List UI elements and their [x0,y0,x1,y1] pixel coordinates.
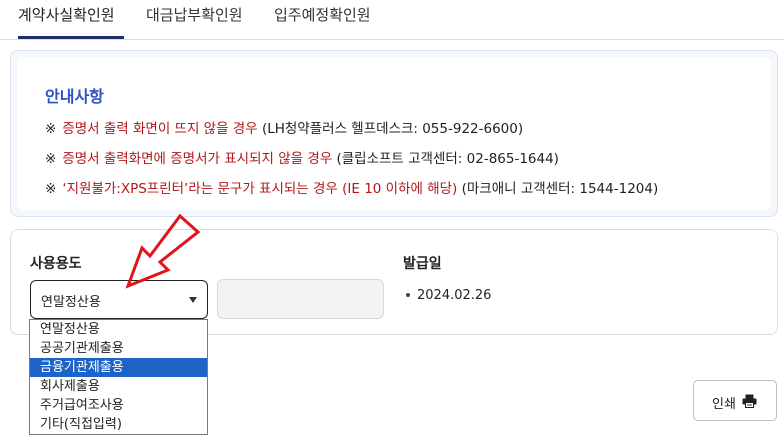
dropdown-option[interactable]: 주거급여조사용 [30,396,207,415]
notice-mark: ※ [45,121,57,137]
notice-line: ※ 증명서 출력화면에 증명서가 표시되지 않을 경우 (클립소프트 고객센터: … [45,147,559,167]
issue-date-item: 2024.02.26 [406,288,491,303]
notice-box: 안내사항 ※ 증명서 출력 화면이 뜨지 않을 경우 (LH청약플러스 헬프데스크… [10,50,778,217]
dropdown-option[interactable]: 연말정산용 [30,320,207,339]
printer-icon [742,394,757,408]
dropdown-option[interactable]: 공공기관제출용 [30,339,207,358]
tab-bar: 계약사실확인원 대금납부확인원 입주예정확인원 [0,0,784,40]
print-button-label: 인쇄 [712,397,736,412]
usage-select-value: 연말정산용 [41,295,101,310]
notice-contact-text: (클립소프트 고객센터: 02-865-1644) [332,151,559,167]
notice-mark: ※ [45,181,57,197]
tab-move-in-confirmation[interactable]: 입주예정확인원 [274,4,371,25]
issue-date-label: 발급일 [403,256,442,272]
notice-contact-text: (LH청약플러스 헬프데스크: 055-922-6600) [257,121,524,137]
caret-down-icon [189,297,197,303]
annotation-arrow-icon [125,213,201,289]
notice-line: ※ 증명서 출력 화면이 뜨지 않을 경우 (LH청약플러스 헬프데스크: 055… [45,117,523,137]
dropdown-option-highlighted[interactable]: 금융기관제출용 [30,358,207,377]
tab-payment-confirmation[interactable]: 대금납부확인원 [146,4,243,25]
notice-line: ※ ‘지원불가:XPS프린터’라는 문구가 표시되는 경우 (IE 10 이하에 … [45,177,658,197]
notice-warning-text: ‘지원불가:XPS프린터’라는 문구가 표시되는 경우 (IE 10 이하에 해… [62,181,458,197]
usage-custom-input[interactable] [217,279,384,319]
print-button[interactable]: 인쇄 [693,380,777,421]
notice-mark: ※ [45,151,57,167]
notice-warning-text: 증명서 출력화면에 증명서가 표시되지 않을 경우 [62,151,333,167]
bullet-icon [406,292,410,297]
usage-dropdown-list: 연말정산용 공공기관제출용 금융기관제출용 회사제출용 주거급여조사용 기타(직… [29,319,208,435]
notice-warning-text: 증명서 출력 화면이 뜨지 않을 경우 [62,121,258,137]
notice-title: 안내사항 [45,87,104,106]
dropdown-option[interactable]: 회사제출용 [30,377,207,396]
tab-contract-confirmation[interactable]: 계약사실확인원 [18,4,115,25]
dropdown-option[interactable]: 기타(직접입력) [30,415,207,434]
notice-panel: 안내사항 ※ 증명서 출력 화면이 뜨지 않을 경우 (LH청약플러스 헬프데스크… [17,57,771,210]
notice-contact-text: (마크애니 고객센터: 1544-1204) [457,181,659,197]
active-tab-indicator [18,36,124,39]
usage-label: 사용용도 [30,256,82,272]
issue-date-value: 2024.02.26 [417,288,492,303]
